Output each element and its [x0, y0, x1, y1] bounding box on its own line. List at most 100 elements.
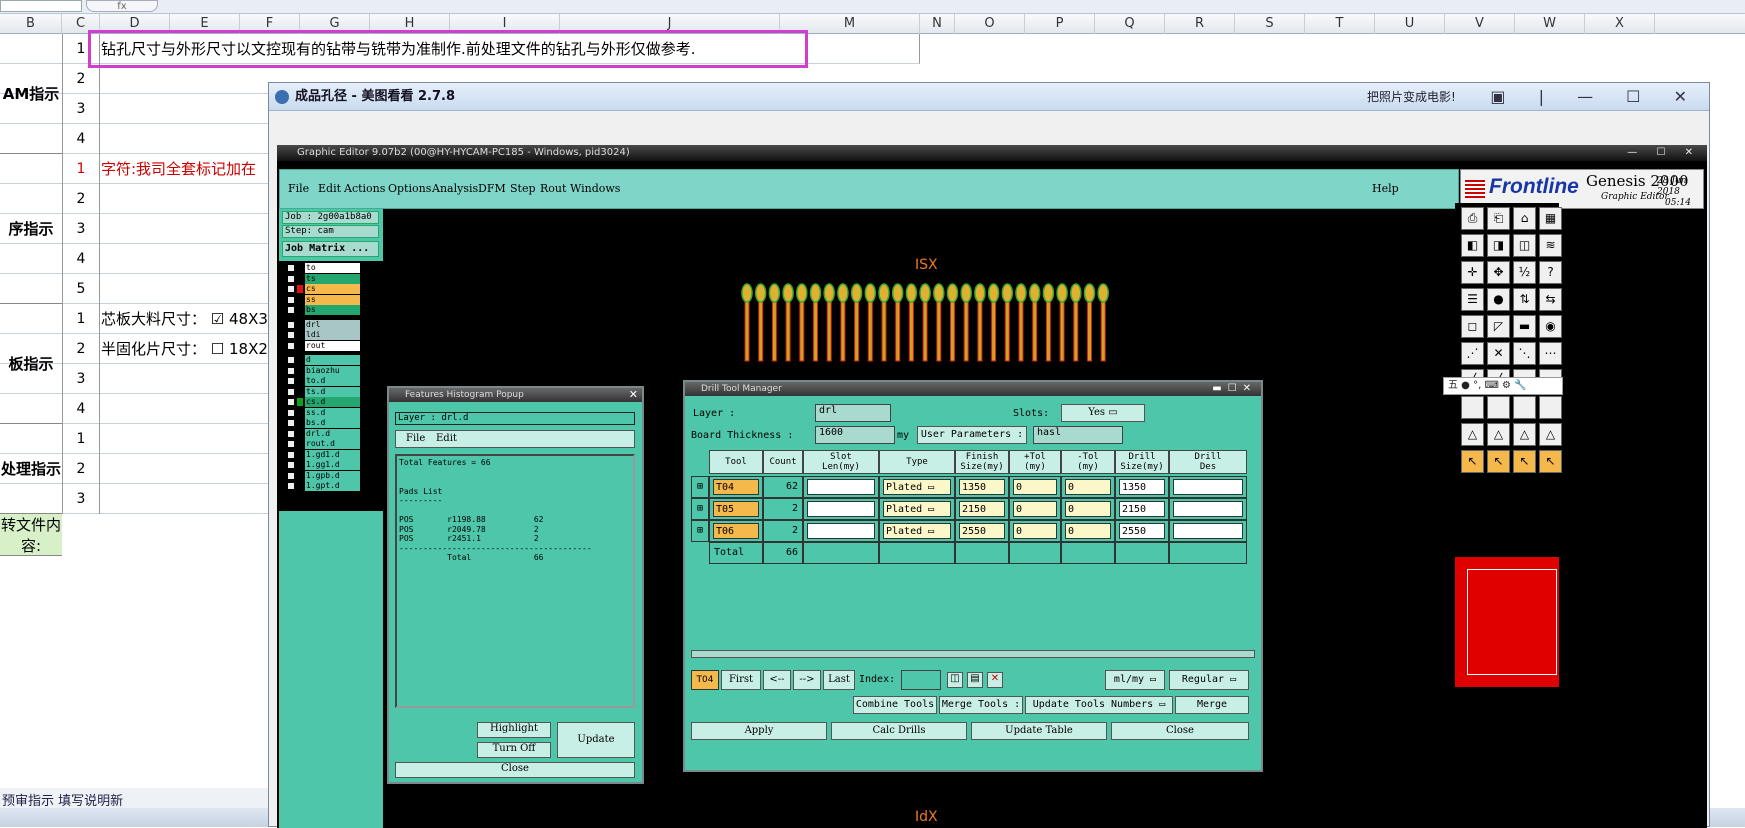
tool-icon[interactable]: △: [1539, 423, 1562, 446]
tool-icon[interactable]: △: [1487, 423, 1510, 446]
name-box[interactable]: [0, 0, 82, 12]
sheet-tab-labels[interactable]: 预审指示 填写说明新: [2, 790, 123, 809]
user-parameters-label[interactable]: User Parameters :: [917, 426, 1027, 444]
layer-row[interactable]: d: [287, 355, 373, 365]
tool-icon[interactable]: ?: [1539, 261, 1562, 284]
layer-checkbox[interactable]: [287, 274, 295, 283]
tool-icon[interactable]: △: [1461, 423, 1484, 446]
menu-rout[interactable]: Rout: [540, 182, 566, 195]
tool-icon[interactable]: ⋱: [1513, 342, 1536, 365]
tool-icon[interactable]: ≋: [1539, 234, 1562, 257]
job-matrix-button[interactable]: Job Matrix ...: [282, 241, 379, 257]
layer-row[interactable]: ldi: [287, 330, 373, 340]
tool-icon[interactable]: ◉: [1539, 315, 1562, 338]
layer-checkbox[interactable]: [287, 461, 295, 469]
layer-row[interactable]: bs.d: [287, 418, 373, 428]
next-button[interactable]: -->: [793, 670, 821, 690]
tool-icon[interactable]: ◻: [1461, 315, 1484, 338]
drill-close-button[interactable]: Close: [1111, 722, 1249, 740]
expand-row-icon[interactable]: ⊞: [691, 476, 709, 498]
tool-icon[interactable]: ✛: [1461, 261, 1484, 284]
column-header[interactable]: N: [920, 14, 955, 34]
table-scrollbar[interactable]: [691, 650, 1255, 658]
fx-button[interactable]: fx: [86, 0, 158, 12]
combine-tools-button[interactable]: Combine Tools: [853, 696, 937, 714]
layer-checkbox[interactable]: [287, 295, 295, 304]
menu-dfm[interactable]: DFM: [478, 182, 506, 195]
column-header[interactable]: V: [1445, 14, 1515, 34]
layer-row[interactable]: bs: [287, 305, 373, 315]
tool-icon[interactable]: ⎙: [1461, 207, 1484, 230]
layer-row[interactable]: drl.d: [287, 428, 373, 439]
tool-icon[interactable]: ▦: [1539, 207, 1562, 230]
layer-row[interactable]: 1.gd1.d: [287, 449, 373, 460]
layer-checkbox[interactable]: [287, 408, 295, 417]
layer-checkbox[interactable]: [287, 429, 295, 438]
menu-windows[interactable]: Windows: [570, 182, 620, 195]
layer-row[interactable]: 1.gpb.d: [287, 470, 373, 481]
menu-edit[interactable]: Edit: [318, 182, 341, 195]
layer-checkbox[interactable]: [287, 471, 295, 480]
type-dropdown[interactable]: Plated ▭: [879, 498, 955, 520]
unit-dropdown[interactable]: ml/my ▭: [1105, 670, 1165, 690]
tool-icon[interactable]: [1461, 396, 1484, 419]
minus-tol-field[interactable]: 0: [1061, 520, 1115, 542]
tool-icon[interactable]: ⌂: [1513, 207, 1536, 230]
tool-icon[interactable]: [1487, 396, 1510, 419]
drill-window-controls[interactable]: ▬☐✕: [1212, 382, 1257, 396]
plus-tol-field[interactable]: 0: [1009, 520, 1061, 542]
histogram-menu-file[interactable]: File: [406, 431, 425, 447]
layer-row[interactable]: ss.d: [287, 407, 373, 418]
menu-analysis[interactable]: Analysis: [432, 182, 478, 195]
tool-icon[interactable]: ◨: [1487, 234, 1510, 257]
layer-checkbox[interactable]: [287, 264, 295, 272]
layer-row[interactable]: to.d: [287, 376, 373, 386]
apply-button[interactable]: Apply: [691, 722, 827, 740]
histogram-menu-edit[interactable]: Edit: [436, 431, 457, 447]
layer-checkbox[interactable]: [287, 356, 295, 364]
layer-row[interactable]: to: [287, 263, 373, 273]
tool-icon[interactable]: ⎗: [1487, 207, 1510, 230]
type-dropdown[interactable]: Plated ▭: [879, 476, 955, 498]
layer-row[interactable]: cs: [287, 284, 373, 294]
tool-icon[interactable]: ⋯: [1539, 342, 1562, 365]
layer-row[interactable]: ts.d: [287, 386, 373, 397]
tool-icon[interactable]: ▬: [1513, 315, 1536, 338]
last-button[interactable]: Last: [823, 670, 855, 690]
sheet-tabs[interactable]: 预审指示 填写说明新: [0, 788, 270, 809]
tool-icon[interactable]: ⇅: [1513, 288, 1536, 311]
tool-icon[interactable]: [1539, 396, 1562, 419]
tool-icon[interactable]: △: [1513, 423, 1536, 446]
histogram-close-button[interactable]: Close: [395, 762, 635, 778]
layer-checkbox[interactable]: [287, 306, 295, 314]
board-thickness-field[interactable]: 1600: [815, 426, 895, 444]
tool-icon[interactable]: ✕: [1487, 342, 1510, 365]
layer-row[interactable]: rout: [287, 340, 373, 351]
column-header[interactable]: U: [1375, 14, 1445, 34]
layer-row[interactable]: drl: [287, 319, 373, 330]
layer-checkbox[interactable]: [287, 387, 295, 396]
genesis-window-controls[interactable]: — ☐ ✕: [1627, 145, 1701, 161]
clear-icon[interactable]: ✕: [987, 672, 1003, 688]
update-button[interactable]: Update: [557, 722, 635, 758]
merge-button[interactable]: Merge: [1175, 696, 1249, 714]
layer-row[interactable]: rout.d: [287, 439, 373, 449]
drill-size-field[interactable]: 2550: [1115, 520, 1169, 542]
layer-field[interactable]: drl: [815, 404, 891, 422]
menu-file[interactable]: File: [288, 182, 309, 195]
layer-checkbox[interactable]: [287, 440, 295, 448]
layer-row[interactable]: 1.gpt.d: [287, 481, 373, 491]
tool-icon[interactable]: ↖: [1539, 450, 1562, 473]
slot-len-field[interactable]: [803, 476, 879, 498]
expand-row-icon[interactable]: ⊞: [691, 498, 709, 520]
type-dropdown[interactable]: Plated ▭: [879, 520, 955, 542]
zoom-icon[interactable]: ◫: [947, 672, 963, 688]
menu-step[interactable]: Step: [510, 182, 536, 195]
print-icon[interactable]: ▤: [967, 672, 983, 688]
layer-checkbox[interactable]: [287, 320, 295, 329]
layer-row[interactable]: cs.d: [287, 397, 373, 407]
layer-checkbox[interactable]: [287, 366, 295, 375]
tool-icon[interactable]: ↖: [1487, 450, 1510, 473]
update-table-button[interactable]: Update Table: [971, 722, 1107, 740]
layer-checkbox[interactable]: [287, 341, 295, 350]
